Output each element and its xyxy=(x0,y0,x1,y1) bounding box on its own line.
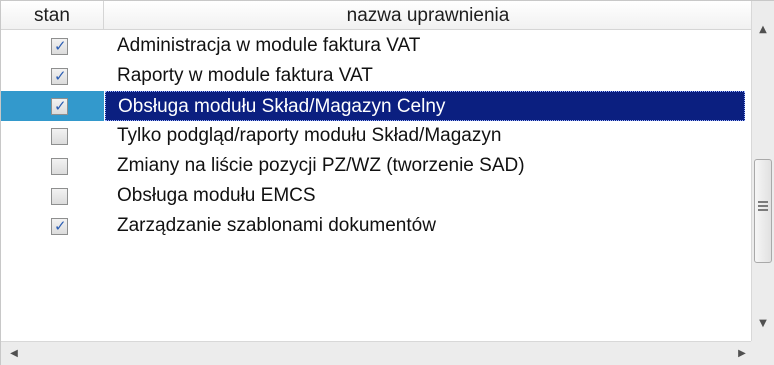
check-icon: ✓ xyxy=(54,37,67,55)
column-header-stan[interactable]: stan xyxy=(1,1,104,30)
scrollbar-corner xyxy=(751,341,774,365)
status-cell xyxy=(1,121,104,151)
status-cell xyxy=(1,181,104,211)
status-cell: ✓ xyxy=(1,31,104,61)
scroll-up-icon[interactable]: ▲ xyxy=(752,19,774,41)
permission-name[interactable]: Obsługa modułu Skład/Magazyn Celny xyxy=(105,91,745,121)
row-checkbox[interactable]: ✓ xyxy=(51,97,68,115)
check-icon: ✓ xyxy=(54,97,67,115)
permissions-grid: stan nazwa uprawnienia ✓ Administracja w… xyxy=(0,0,774,365)
status-cell: ✓ xyxy=(1,61,104,91)
scroll-left-icon[interactable]: ◀ xyxy=(3,342,25,365)
permission-name: Raporty w module faktura VAT xyxy=(117,65,373,86)
permission-name: Zmiany na liście pozycji PZ/WZ (tworzeni… xyxy=(117,155,525,176)
scroll-thumb[interactable] xyxy=(754,159,772,263)
check-icon: ✓ xyxy=(54,67,67,85)
table-row[interactable]: Obsługa modułu EMCS xyxy=(1,181,751,211)
status-cell xyxy=(1,151,104,181)
row-checkbox[interactable] xyxy=(51,158,68,175)
table-row[interactable]: Zmiany na liście pozycji PZ/WZ (tworzeni… xyxy=(1,151,751,181)
row-checkbox[interactable] xyxy=(51,128,68,145)
table-row[interactable]: Tylko podgląd/raporty modułu Skład/Magaz… xyxy=(1,121,751,151)
permission-name: Tylko podgląd/raporty modułu Skład/Magaz… xyxy=(117,125,502,146)
table-row[interactable]: ✓ Raporty w module faktura VAT xyxy=(1,61,751,91)
scroll-right-icon[interactable]: ▶ xyxy=(731,342,753,365)
permission-name: Obsługa modułu EMCS xyxy=(117,185,316,206)
table-row-selected[interactable]: ✓ Obsługa modułu Skład/Magazyn Celny xyxy=(1,91,751,121)
permission-name: Zarządzanie szablonami dokumentów xyxy=(117,215,436,236)
row-checkbox[interactable]: ✓ xyxy=(51,67,68,85)
grip-icon xyxy=(758,201,768,215)
table-row[interactable]: ✓ Administracja w module faktura VAT xyxy=(1,31,751,61)
column-header-nazwa-uprawnienia[interactable]: nazwa uprawnienia xyxy=(105,1,751,30)
row-checkbox[interactable] xyxy=(51,188,68,205)
horizontal-scrollbar[interactable]: ◀ ▶ xyxy=(1,341,751,365)
row-checkbox[interactable]: ✓ xyxy=(51,37,68,55)
table-row[interactable]: ✓ Zarządzanie szablonami dokumentów xyxy=(1,211,751,241)
status-cell: ✓ xyxy=(1,211,104,241)
permission-name: Administracja w module faktura VAT xyxy=(117,35,421,56)
check-icon: ✓ xyxy=(54,217,67,235)
grid-header: stan nazwa uprawnienia xyxy=(1,1,751,30)
row-checkbox[interactable]: ✓ xyxy=(51,217,68,235)
status-cell: ✓ xyxy=(1,91,104,121)
scroll-down-icon[interactable]: ▼ xyxy=(752,313,774,335)
vertical-scrollbar[interactable]: ▲ ▼ xyxy=(751,1,774,341)
